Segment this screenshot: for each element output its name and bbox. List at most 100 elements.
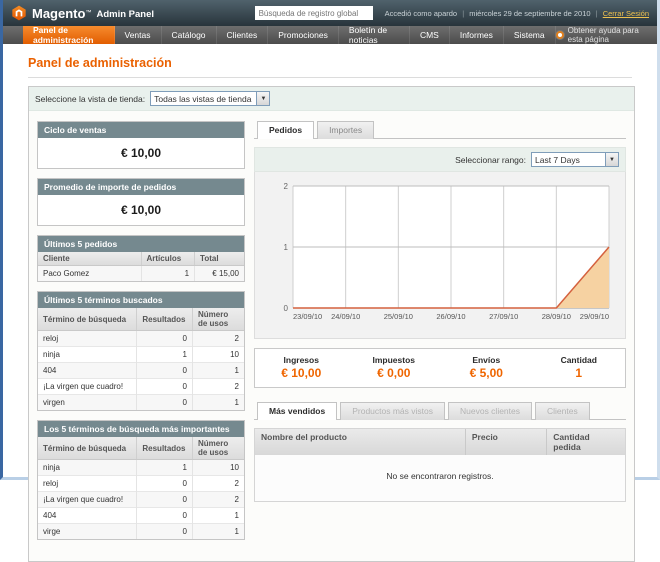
svg-text:24/09/10: 24/09/10 [331,312,360,321]
search-term: ninja [38,460,137,476]
total-shipping: Envíos € 5,00 [440,355,533,380]
nav-item-cms[interactable]: CMS [410,26,450,44]
table-row[interactable]: reloj 0 2 [38,331,244,347]
help-link[interactable]: Obtener ayuda para esta página [556,26,657,44]
svg-text:26/09/10: 26/09/10 [436,312,465,321]
range-value: Last 7 Days [535,155,580,165]
col-header-product: Nombre del producto [255,429,466,455]
average-orders-widget: Promedio de importe de pedidos € 10,00 [37,178,245,226]
search-results: 0 [137,492,193,508]
logout-link[interactable]: Cerrar Sesión [603,9,649,18]
svg-text:1: 1 [284,243,289,252]
store-view-value: Todas las vistas de tienda [154,94,251,104]
search-uses: 1 [192,395,244,411]
tab-amounts[interactable]: Importes [317,121,374,139]
nav-item-customers[interactable]: Clientes [217,26,269,44]
search-uses: 1 [192,363,244,379]
average-orders-value: € 10,00 [38,195,244,225]
search-results: 0 [137,395,193,411]
table-row[interactable]: Paco Gomez 1 € 15,00 [38,266,244,282]
tab-customers[interactable]: Clientes [535,402,590,420]
table-row[interactable]: 404 0 1 [38,363,244,379]
total-label: Envíos [440,355,533,365]
search-results: 0 [137,508,193,524]
brand-suffix: Admin Panel [96,9,154,20]
nav-item-newsletter[interactable]: Boletín de noticias [339,26,410,44]
svg-text:28/09/10: 28/09/10 [542,312,571,321]
search-results: 0 [137,363,193,379]
table-row[interactable]: virgen 0 1 [38,395,244,411]
grid-header: Nombre del producto Precio Cantidad pedi… [255,429,625,455]
store-switcher: Seleccione la vista de tienda: Todas las… [29,87,634,111]
svg-text:0: 0 [284,304,289,313]
product-grid: Nombre del producto Precio Cantidad pedi… [254,428,626,502]
tab-most-viewed[interactable]: Productos más vistos [340,402,445,420]
col-header: Resultados [137,437,193,460]
chevron-down-icon: ▼ [605,153,618,166]
svg-text:29/09/10: 29/09/10 [580,312,609,321]
app-header: Magento ™ Admin Panel Accedió como apard… [3,0,657,26]
table-row[interactable]: ninja 1 10 [38,347,244,363]
nav-item-sales[interactable]: Ventas [115,26,162,44]
col-header: Cliente [38,252,141,266]
main-nav: Panel de administración Ventas Catálogo … [3,26,657,44]
col-header-price: Precio [466,429,547,455]
svg-text:2: 2 [284,182,289,191]
table-row[interactable]: virge 0 1 [38,524,244,540]
magento-logo-icon [11,5,27,21]
total-label: Cantidad [533,355,626,365]
search-uses: 2 [192,379,244,395]
search-results: 0 [137,331,193,347]
nav-item-dashboard[interactable]: Panel de administración [23,26,115,44]
nav-item-reports[interactable]: Informes [450,26,504,44]
search-term: virgen [38,395,137,411]
chart-svg: 01223/09/1024/09/1025/09/1026/09/1027/09… [257,176,621,334]
svg-text:23/09/10: 23/09/10 [293,312,322,321]
range-label: Seleccionar rango: [455,155,526,165]
search-term: reloj [38,331,137,347]
col-header: Número de usos [192,437,244,460]
help-label: Obtener ayuda para esta página [568,26,647,44]
total-revenue: Ingresos € 10,00 [255,355,348,380]
totals-bar: Ingresos € 10,00 Impuestos € 0,00 Envíos… [254,348,626,388]
total-value: € 10,00 [255,366,348,380]
nav-item-promotions[interactable]: Promociones [268,26,339,44]
widget-title: Promedio de importe de pedidos [38,179,244,195]
search-term: virge [38,524,137,540]
nav-item-system[interactable]: Sistema [504,26,556,44]
store-view-select[interactable]: Todas las vistas de tienda ▼ [150,91,270,106]
total-value: 1 [533,366,626,380]
logged-in-as: Accedió como apardo [385,9,458,18]
tab-new-customers[interactable]: Nuevos clientes [448,402,532,420]
tab-orders[interactable]: Pedidos [257,121,314,139]
lifetime-sales-widget: Ciclo de ventas € 10,00 [37,121,245,169]
top-search-widget: Los 5 términos de búsqueda más important… [37,420,245,540]
search-results: 0 [137,524,193,540]
title-divider [28,77,632,78]
widget-title: Últimos 5 pedidos [38,236,244,252]
nav-item-catalog[interactable]: Catálogo [162,26,217,44]
table-row[interactable]: 404 0 1 [38,508,244,524]
col-header: Número de usos [192,308,244,331]
global-search-input[interactable] [255,6,373,20]
table-row[interactable]: ¡La virgen que cuadro! 0 2 [38,379,244,395]
table-row[interactable]: ninja 1 10 [38,460,244,476]
order-items: 1 [141,266,195,282]
range-select[interactable]: Last 7 Days ▼ [531,152,619,167]
svg-text:27/09/10: 27/09/10 [489,312,518,321]
search-term: 404 [38,508,137,524]
grid-tabs: Más vendidos Productos más vistos Nuevos… [254,402,626,420]
lifetime-sales-value: € 10,00 [38,138,244,168]
table-row[interactable]: reloj 0 2 [38,476,244,492]
table-row[interactable]: ¡La virgen que cuadro! 0 2 [38,492,244,508]
tab-bestsellers[interactable]: Más vendidos [257,402,337,420]
search-term: ¡La virgen que cuadro! [38,492,137,508]
separator: | [596,9,598,18]
separator: | [462,9,464,18]
right-column: Pedidos Importes Seleccionar rango: Last… [254,121,626,549]
total-label: Impuestos [348,355,441,365]
search-uses: 1 [192,508,244,524]
dashboard-container: Seleccione la vista de tienda: Todas las… [28,86,635,562]
col-header-qty: Cantidad pedida [547,429,625,455]
chevron-down-icon: ▼ [256,92,269,105]
